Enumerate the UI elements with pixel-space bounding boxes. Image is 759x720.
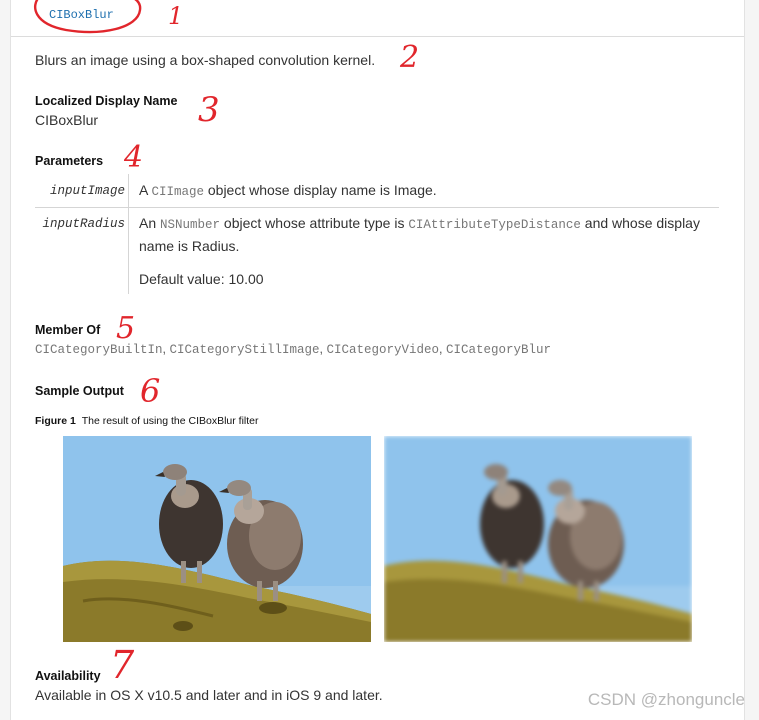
original-photo	[63, 436, 371, 642]
annotation-number: 1	[168, 2, 184, 30]
category-link[interactable]: CICategoryBlur	[446, 343, 551, 357]
desc-text: object whose attribute type is	[220, 215, 409, 231]
category-link[interactable]: CICategoryStillImage	[169, 343, 319, 357]
availability-heading: Availability	[35, 669, 101, 683]
desc-text: name is Radius.	[139, 238, 240, 254]
code-link[interactable]: CIImage	[151, 185, 204, 199]
param-name: inputImage	[49, 184, 125, 198]
filter-summary: Blurs an image using a box-shaped convol…	[35, 52, 376, 68]
parameters-heading: Parameters	[35, 154, 104, 168]
annotation-number: 5	[116, 311, 136, 346]
param-name: inputRadius	[42, 217, 125, 231]
category-link[interactable]: CICategoryBuiltIn	[35, 343, 163, 357]
watermark: CSDN @zhonguncle	[587, 690, 745, 709]
documentation-page: CIBoxBlur Blurs an image using a box-sha…	[10, 0, 745, 720]
desc-text: An	[139, 215, 161, 231]
availability-text: Available in OS X v10.5 and later and in…	[35, 687, 383, 703]
desc-text: A	[139, 182, 152, 198]
code-link[interactable]: NSNumber	[160, 218, 220, 232]
category-link[interactable]: CICategoryVideo	[326, 343, 439, 357]
table-row: inputRadius An NSNumber object whose att…	[35, 208, 719, 294]
desc-text: object whose display name is Image.	[203, 182, 437, 198]
annotation-number: 6	[140, 372, 161, 410]
category-list: CICategoryBuiltIn, CICategoryStillImage,…	[35, 342, 551, 357]
blurred-photo	[384, 436, 692, 642]
figure-caption-text: The result of using the CIBoxBlur filter	[81, 415, 259, 427]
annotation-number: 3	[198, 90, 220, 130]
annotation-number: 2	[400, 40, 420, 75]
sample-output-heading: Sample Output	[35, 384, 124, 398]
param-description: A CIImage object whose display name is I…	[139, 180, 437, 203]
localized-display-name-value: CIBoxBlur	[35, 112, 99, 128]
localized-display-name-heading: Localized Display Name	[35, 94, 178, 108]
figure-caption: Figure 1 The result of using the CIBoxBl…	[35, 415, 259, 427]
figure-label: Figure 1	[35, 415, 76, 427]
desc-text: and whose display	[580, 215, 700, 231]
separator: ,	[439, 342, 446, 356]
default-value: Default value: 10.00	[139, 271, 264, 287]
annotation-number: 7	[110, 643, 135, 687]
param-description: An NSNumber object whose attribute type …	[139, 213, 719, 257]
table-row: inputImage A CIImage object whose displa…	[35, 174, 719, 207]
annotation-number: 4	[124, 140, 144, 175]
member-of-heading: Member Of	[35, 323, 101, 337]
code-link[interactable]: CIAttributeTypeDistance	[408, 218, 581, 232]
annotation-circle	[33, 0, 142, 34]
